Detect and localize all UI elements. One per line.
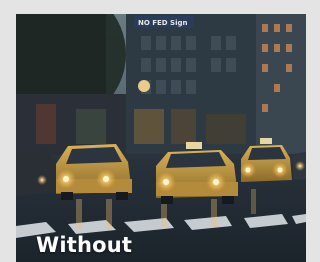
far-right-car	[292, 152, 306, 180]
street-scene: NO FED Sign	[16, 14, 306, 262]
right-building	[256, 14, 306, 154]
image-frame: NO FED Sign Without	[0, 0, 306, 262]
caption-label: Without	[36, 233, 133, 257]
building-sign: NO FED Sign	[138, 19, 188, 27]
dark-car-left	[16, 149, 56, 196]
taxi-left	[56, 144, 132, 200]
street-photo: NO FED Sign	[16, 14, 306, 262]
